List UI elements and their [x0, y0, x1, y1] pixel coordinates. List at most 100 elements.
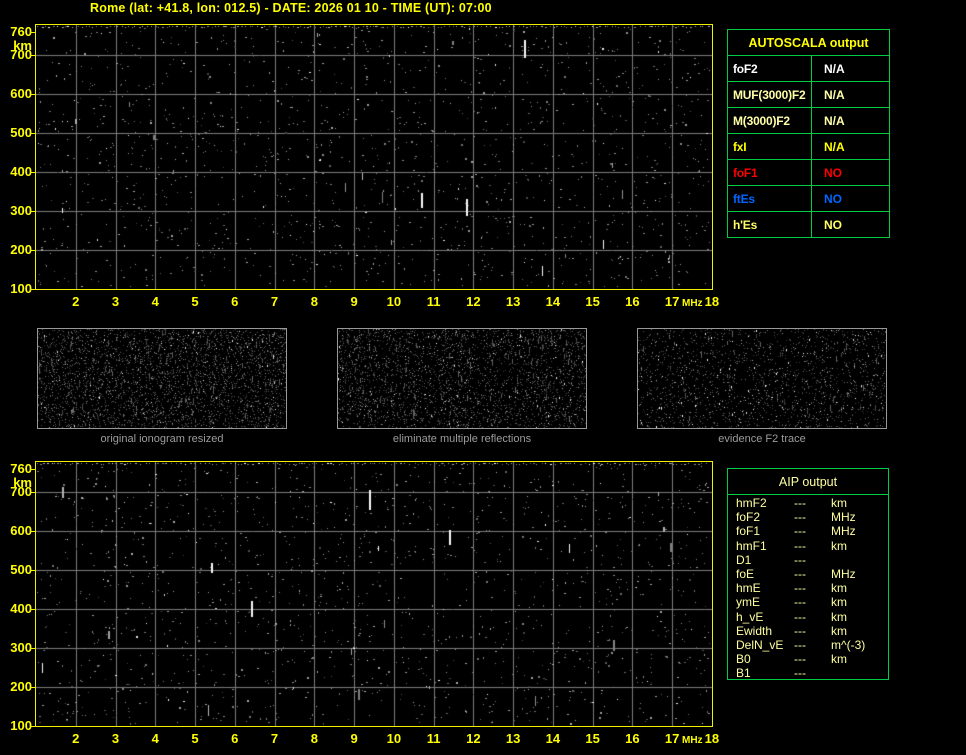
y-tick-label: 760	[10, 460, 32, 476]
autoscala-table-row: foF1 NO	[728, 159, 889, 185]
x-tick-label: 3	[111, 294, 120, 309]
thumbnail-multiple-reflections	[337, 328, 587, 429]
aip-param-unit: km	[831, 496, 847, 510]
y-tick-label: 100	[10, 281, 32, 296]
y-axis-tick	[30, 250, 35, 251]
aip-param-unit: MHz	[831, 524, 856, 539]
x-tick-label: 12	[466, 731, 481, 746]
aip-param-unit: MHz	[831, 510, 856, 525]
autoscala-table-row: foF2 N/A	[728, 55, 889, 81]
x-tick-label: 7	[270, 294, 279, 309]
aip-table-row: foE --- MHz	[728, 567, 888, 581]
aip-param-label: foE	[736, 566, 755, 581]
aip-param-value: ---	[794, 652, 806, 667]
autoscala-param-label: foF2	[728, 56, 812, 81]
x-tick-label: 14	[545, 731, 561, 746]
aip-param-label: B1	[736, 666, 751, 681]
ionogram-plot-secondary	[35, 461, 713, 727]
y-axis-tick	[30, 211, 35, 212]
x-tick-label: 11	[426, 294, 441, 309]
autoscala-table-row: h'Es NO	[728, 211, 889, 237]
aip-table-row: Ewidth --- km	[728, 624, 888, 638]
thumbnail-caption-original: original ionogram resized	[100, 433, 224, 445]
x-tick-label: 4	[151, 731, 159, 746]
aip-param-value: ---	[794, 666, 806, 681]
x-tick-label: 16	[625, 294, 640, 309]
aip-table-row: foF1 --- MHz	[728, 524, 888, 538]
aip-param-label: foF1	[736, 524, 761, 539]
aip-table-row: hmF1 --- km	[728, 539, 888, 553]
aip-param-value: ---	[794, 552, 806, 567]
x-axis-unit-label: MHz	[682, 735, 703, 746]
x-tick-label: 14	[545, 294, 561, 309]
thumbnail-canvas-f2trace	[638, 329, 886, 428]
y-axis-tick	[30, 570, 35, 571]
aip-param-label: DelN_vE	[736, 637, 784, 652]
y-tick-label: 600	[10, 523, 32, 538]
aip-param-label: ymE	[736, 595, 760, 610]
y-tick-label: 600	[10, 86, 32, 101]
aip-table-row: hmF2 --- km	[728, 496, 888, 510]
aip-output-table: AIP output hmF2 --- km foF2 --- MHz foF1 --- MHz…	[727, 468, 889, 680]
y-axis-unit-label: km	[13, 37, 32, 53]
y-tick-label: 400	[10, 164, 32, 179]
y-axis-tick	[30, 94, 35, 95]
aip-param-label: hmE	[736, 581, 761, 596]
x-tick-label: 13	[505, 294, 521, 309]
x-tick-label: 10	[386, 294, 402, 309]
x-tick-label: 8	[310, 294, 318, 309]
thumbnail-original-ionogram	[37, 328, 287, 429]
aip-table-row: ymE --- km	[728, 595, 888, 609]
x-tick-label: 6	[231, 731, 239, 746]
x-tick-label: 5	[191, 731, 199, 746]
autoscala-param-label: ftEs	[728, 186, 812, 211]
aip-param-unit: km	[831, 623, 847, 638]
autoscala-param-value: NO	[824, 217, 842, 232]
y-axis-tick	[30, 55, 35, 56]
autoscala-param-label: MUF(3000)F2	[728, 82, 812, 107]
x-tick-label: 5	[191, 294, 199, 309]
y-axis-tick	[30, 289, 35, 290]
x-tick-label: 3	[111, 731, 120, 746]
x-tick-label: 4	[151, 294, 159, 309]
thumbnail-canvas-reflections	[338, 329, 586, 428]
ionogram-canvas-secondary	[36, 462, 712, 726]
aip-param-value: ---	[794, 496, 806, 510]
aip-param-value: ---	[794, 623, 806, 638]
y-axis-tick	[30, 492, 35, 493]
y-tick-label: 500	[10, 125, 32, 140]
ionogram-plot-main	[35, 24, 713, 290]
aip-param-label: hmF2	[736, 496, 767, 510]
aip-param-value: ---	[794, 595, 806, 610]
y-tick-label: 200	[10, 679, 32, 694]
aip-param-label: D1	[736, 552, 752, 567]
autoscala-param-value: N/A	[824, 61, 845, 76]
aip-table-rows: hmF2 --- km foF2 --- MHz foF1 --- MHz hmF1 --- km D1…	[728, 496, 888, 681]
x-tick-label: 13	[505, 731, 521, 746]
aip-param-unit: km	[831, 538, 847, 553]
y-axis-tick	[30, 469, 35, 470]
x-tick-label: 15	[585, 731, 600, 746]
x-tick-label: 10	[386, 731, 402, 746]
y-tick-label: 100	[10, 718, 32, 733]
y-tick-label: 500	[10, 562, 32, 577]
aip-param-value: ---	[794, 510, 806, 525]
autoscala-param-label: h'Es	[728, 212, 812, 237]
thumbnail-f2-trace	[637, 328, 887, 429]
window-title: Rome (lat: +41.8, lon: 012.5) - DATE: 20…	[90, 1, 492, 15]
aip-param-label: h_vE	[736, 609, 764, 624]
y-axis-tick	[30, 172, 35, 173]
y-tick-label: 300	[10, 640, 32, 655]
ionogram-canvas-main	[36, 25, 712, 289]
aip-table-row: D1 ---	[728, 553, 888, 567]
aip-param-unit: MHz	[831, 566, 856, 581]
y-axis-tick	[30, 609, 35, 610]
aip-param-value: ---	[794, 524, 806, 539]
aip-param-label: B0	[736, 652, 751, 667]
autoscala-param-label: M(3000)F2	[728, 108, 812, 133]
aip-param-value: ---	[794, 566, 806, 581]
autoscala-table-row: MUF(3000)F2 N/A	[728, 81, 889, 107]
aip-table-row: DelN_vE --- m^(-3)	[728, 638, 888, 652]
aip-param-label: hmF1	[736, 538, 767, 553]
autoscala-param-value: N/A	[824, 139, 845, 154]
